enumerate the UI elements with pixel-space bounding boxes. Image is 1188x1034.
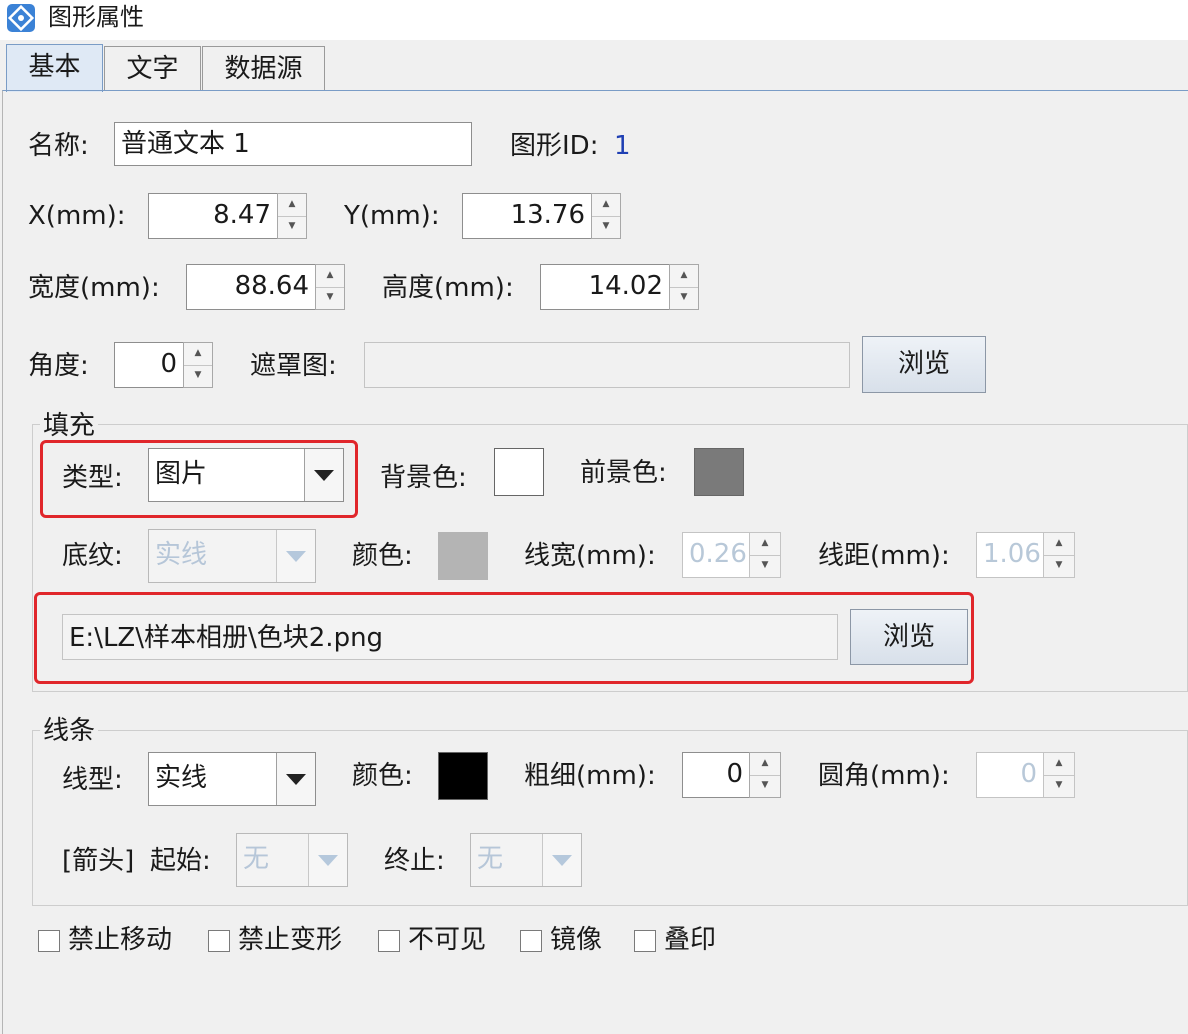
fill-legend: 填充 [40, 411, 99, 441]
lock-resize-label: 禁止变形 [238, 925, 343, 955]
line-color-label: 颜色: [352, 761, 413, 791]
chevron-down-icon [286, 774, 306, 785]
image-path-input[interactable]: E:\LZ\样本相册\色块2.png [62, 614, 838, 660]
line-width-spinner[interactable]: ▲ ▼ [749, 532, 781, 578]
pattern-dropdown-button[interactable] [276, 530, 315, 582]
line-width-input[interactable]: 0.26 [682, 532, 750, 578]
arrow-start-label: 起始: [150, 846, 211, 876]
x-spinner[interactable]: ▲ ▼ [277, 193, 307, 239]
y-spinner[interactable]: ▲ ▼ [591, 193, 621, 239]
lock-move-label: 禁止移动 [68, 925, 173, 955]
mirror-label: 镜像 [550, 925, 603, 955]
pattern-color-label: 颜色: [352, 541, 413, 571]
overprint-checkbox[interactable] [634, 930, 656, 952]
name-label: 名称: [28, 131, 89, 161]
pattern-color-swatch[interactable] [438, 532, 488, 580]
arrow-start-dropdown-button[interactable] [308, 834, 347, 886]
line-spacing-spinner[interactable]: ▲ ▼ [1043, 532, 1075, 578]
line-legend: 线条 [40, 716, 99, 746]
height-label: 高度(mm): [382, 273, 514, 303]
lock-resize-checkbox[interactable] [208, 930, 230, 952]
title-bar [0, 0, 1188, 40]
line-width-label: 线宽(mm): [524, 541, 656, 571]
shape-id-value: 1 [614, 131, 631, 161]
window-title: 图形属性 [48, 3, 144, 31]
bg-color-label: 背景色: [380, 463, 467, 493]
corner-spinner[interactable]: ▲ ▼ [1043, 752, 1075, 798]
height-spinner[interactable]: ▲ ▼ [669, 264, 699, 310]
tab-basic[interactable]: 基本 [6, 44, 103, 92]
x-label: X(mm): [28, 201, 126, 231]
tab-text[interactable]: 文字 [104, 46, 201, 90]
thickness-label: 粗细(mm): [524, 761, 656, 791]
shape-id-label: 图形ID: [510, 131, 599, 161]
y-label: Y(mm): [344, 201, 440, 231]
pattern-value: 实线 [155, 540, 208, 570]
width-spinner[interactable]: ▲ ▼ [315, 264, 345, 310]
name-input[interactable]: 普通文本 1 [114, 122, 472, 166]
arrow-end-value: 无 [477, 844, 504, 874]
overprint-label: 叠印 [664, 925, 717, 955]
arrow-start-value: 无 [243, 844, 270, 874]
arrow-end-dropdown-button[interactable] [542, 834, 581, 886]
fg-color-swatch[interactable] [694, 448, 744, 496]
line-spacing-label: 线距(mm): [818, 541, 950, 571]
mask-input[interactable] [364, 342, 850, 388]
line-type-label: 线型: [62, 765, 123, 795]
bg-color-swatch[interactable] [494, 448, 544, 496]
lock-move-checkbox[interactable] [38, 930, 60, 952]
invisible-checkbox[interactable] [378, 930, 400, 952]
angle-input[interactable]: 0 [114, 342, 184, 388]
corner-input[interactable]: 0 [976, 752, 1044, 798]
fill-type-dropdown-button[interactable] [304, 449, 343, 501]
pattern-label: 底纹: [62, 541, 123, 571]
line-spacing-input[interactable]: 1.06 [976, 532, 1044, 578]
width-input[interactable]: 88.64 [186, 264, 316, 310]
mask-browse-button[interactable]: 浏览 [862, 336, 986, 393]
invisible-label: 不可见 [408, 925, 487, 955]
x-input[interactable]: 8.47 [148, 193, 278, 239]
chevron-down-icon [286, 551, 306, 562]
image-browse-button[interactable]: 浏览 [850, 609, 968, 665]
line-color-swatch[interactable] [438, 752, 488, 800]
tab-datasource[interactable]: 数据源 [202, 46, 325, 90]
angle-label: 角度: [28, 351, 89, 381]
arrow-label: [箭头] [62, 846, 135, 876]
y-input[interactable]: 13.76 [462, 193, 592, 239]
angle-spinner[interactable]: ▲ ▼ [183, 342, 213, 388]
thickness-input[interactable]: 0 [682, 752, 750, 798]
chevron-down-icon [314, 470, 334, 481]
fg-color-label: 前景色: [580, 458, 667, 488]
line-type-value: 实线 [155, 763, 208, 793]
line-type-dropdown-button[interactable] [276, 753, 315, 805]
width-label: 宽度(mm): [28, 273, 160, 303]
chevron-down-icon [318, 855, 338, 866]
app-icon [6, 3, 36, 33]
corner-label: 圆角(mm): [818, 761, 950, 791]
thickness-spinner[interactable]: ▲ ▼ [749, 752, 781, 798]
height-input[interactable]: 14.02 [540, 264, 670, 310]
arrow-end-label: 终止: [384, 846, 445, 876]
chevron-down-icon [552, 855, 572, 866]
fill-type-value: 图片 [155, 459, 208, 489]
mask-label: 遮罩图: [250, 351, 337, 381]
mirror-checkbox[interactable] [520, 930, 542, 952]
fill-type-label: 类型: [62, 463, 123, 493]
